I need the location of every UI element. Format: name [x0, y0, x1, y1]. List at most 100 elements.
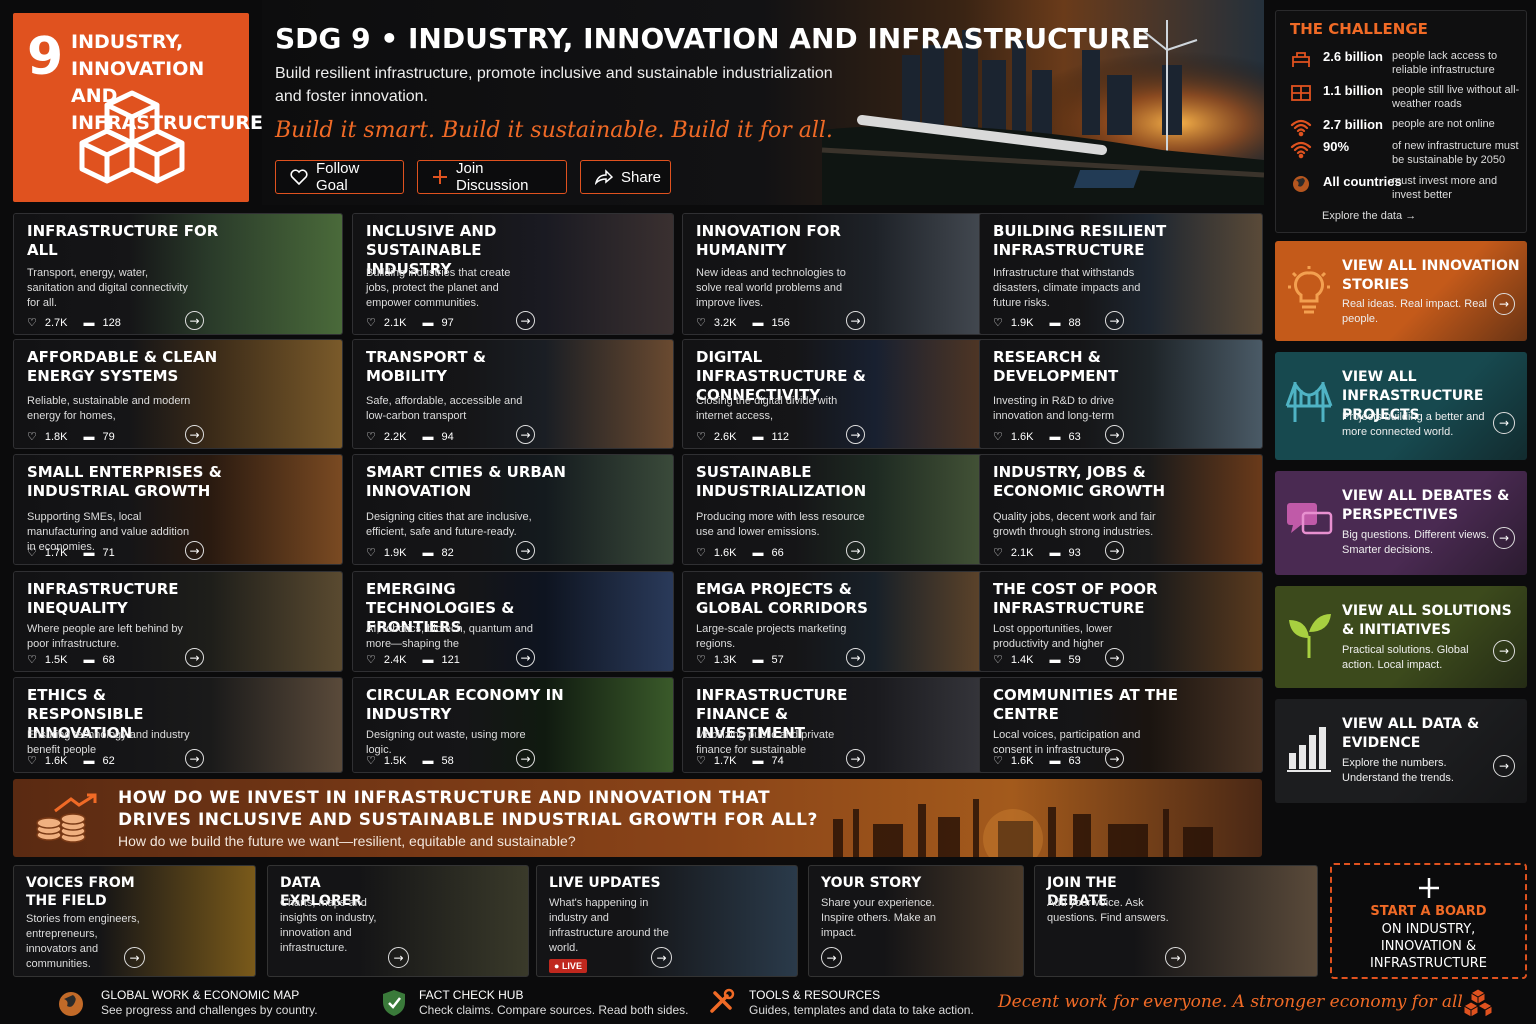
- topic-card[interactable]: Innovation for humanity New ideas and tec…: [682, 213, 1004, 335]
- comment-icon[interactable]: ▬: [84, 547, 95, 559]
- comment-icon[interactable]: ▬: [753, 431, 764, 443]
- view-all-card[interactable]: VIEW ALL INFRASTRUCTURE PROJECTS Projects…: [1275, 352, 1527, 460]
- topic-card[interactable]: Infrastructure for all Transport, energy,…: [13, 213, 343, 335]
- comment-icon[interactable]: ▬: [753, 317, 764, 329]
- topic-card[interactable]: Communities at the centre Local voices, p…: [979, 677, 1263, 773]
- like-icon[interactable]: ♡: [696, 316, 706, 329]
- question-banner[interactable]: HOW DO WE INVEST IN INFRASTRUCTURE AND I…: [13, 779, 1262, 857]
- card-open-button[interactable]: →: [1105, 541, 1124, 560]
- topic-card[interactable]: Inclusive and sustainable industry Buildi…: [352, 213, 674, 335]
- like-icon[interactable]: ♡: [696, 653, 706, 666]
- card-open-button[interactable]: →: [185, 311, 204, 330]
- start-board-button[interactable]: START A BOARD ON INDUSTRY, INNOVATION & …: [1330, 863, 1527, 979]
- topic-card[interactable]: Infrastructure inequality Where people ar…: [13, 571, 343, 672]
- view-all-open-button[interactable]: →: [1493, 293, 1515, 315]
- card-open-button[interactable]: →: [846, 749, 865, 768]
- feature-card[interactable]: JOIN THE DEBATE Add your voice. Ask quest…: [1034, 865, 1318, 977]
- like-icon[interactable]: ♡: [27, 316, 37, 329]
- topic-card[interactable]: Circular economy in industry Designing ou…: [352, 677, 674, 773]
- feature-card[interactable]: VOICES FROM THE FIELD Stories from engine…: [13, 865, 256, 977]
- like-icon[interactable]: ♡: [27, 754, 37, 767]
- like-icon[interactable]: ♡: [993, 430, 1003, 443]
- topic-card[interactable]: Digital infrastructure & connectivity Clo…: [682, 339, 1004, 449]
- comment-icon[interactable]: ▬: [84, 755, 95, 767]
- like-icon[interactable]: ♡: [696, 430, 706, 443]
- like-icon[interactable]: ♡: [27, 653, 37, 666]
- comment-icon[interactable]: ▬: [1050, 317, 1061, 329]
- card-open-button[interactable]: →: [846, 425, 865, 444]
- topic-card[interactable]: Building resilient infrastructure Infrast…: [979, 213, 1263, 335]
- topic-card[interactable]: Emerging technologies & frontiers AI, rob…: [352, 571, 674, 672]
- comment-icon[interactable]: ▬: [423, 547, 434, 559]
- feature-open-button[interactable]: →: [651, 947, 672, 968]
- explore-data-link[interactable]: Explore the data →: [1322, 210, 1416, 222]
- feature-card[interactable]: LIVE UPDATES What's happening in industry…: [536, 865, 798, 977]
- like-icon[interactable]: ♡: [696, 754, 706, 767]
- card-open-button[interactable]: →: [846, 541, 865, 560]
- topic-card[interactable]: Research & development Investing in R&D t…: [979, 339, 1263, 449]
- card-open-button[interactable]: →: [516, 311, 535, 330]
- view-all-card[interactable]: VIEW ALL SOLUTIONS & INITIATIVES Practica…: [1275, 586, 1527, 688]
- card-open-button[interactable]: →: [516, 425, 535, 444]
- comment-icon[interactable]: ▬: [423, 755, 434, 767]
- comment-icon[interactable]: ▬: [753, 654, 764, 666]
- comment-icon[interactable]: ▬: [753, 755, 764, 767]
- like-icon[interactable]: ♡: [366, 546, 376, 559]
- like-icon[interactable]: ♡: [366, 316, 376, 329]
- comment-icon[interactable]: ▬: [1050, 547, 1061, 559]
- topic-card[interactable]: Affordable & clean energy systems Reliabl…: [13, 339, 343, 449]
- card-open-button[interactable]: →: [1105, 749, 1124, 768]
- comment-icon[interactable]: ▬: [1050, 755, 1061, 767]
- topic-card[interactable]: Smart cities & urban innovation Designing…: [352, 454, 674, 565]
- share-button[interactable]: Share: [580, 160, 671, 194]
- card-open-button[interactable]: →: [185, 541, 204, 560]
- like-icon[interactable]: ♡: [696, 546, 706, 559]
- feature-open-button[interactable]: →: [388, 947, 409, 968]
- feature-card[interactable]: DATA EXPLORER Charts, maps and insights o…: [267, 865, 529, 977]
- feature-open-button[interactable]: →: [1165, 947, 1186, 968]
- view-all-card[interactable]: VIEW ALL DEBATES & PERSPECTIVES Big quest…: [1275, 471, 1527, 575]
- comment-icon[interactable]: ▬: [1050, 654, 1061, 666]
- like-icon[interactable]: ♡: [993, 316, 1003, 329]
- topic-card[interactable]: Industry, jobs & economic growth Quality …: [979, 454, 1263, 565]
- feature-open-button[interactable]: →: [821, 947, 842, 968]
- like-icon[interactable]: ♡: [993, 754, 1003, 767]
- view-all-card[interactable]: VIEW ALL INNOVATION STORIES Real ideas. R…: [1275, 241, 1527, 341]
- topic-card[interactable]: The cost of poor infrastructure Lost oppo…: [979, 571, 1263, 672]
- join-discussion-button[interactable]: Join Discussion: [417, 160, 567, 194]
- card-open-button[interactable]: →: [185, 749, 204, 768]
- comment-icon[interactable]: ▬: [423, 317, 434, 329]
- footer-global-map-link[interactable]: GLOBAL WORK & ECONOMIC MAP See progress …: [57, 988, 377, 1020]
- topic-card[interactable]: Ethics & responsible innovation Ensuring …: [13, 677, 343, 773]
- view-all-open-button[interactable]: →: [1493, 755, 1515, 777]
- topic-card[interactable]: Transport & mobility Safe, affordable, ac…: [352, 339, 674, 449]
- like-icon[interactable]: ♡: [366, 653, 376, 666]
- card-open-button[interactable]: →: [846, 311, 865, 330]
- topic-card[interactable]: Infrastructure finance & investment Mobil…: [682, 677, 1004, 773]
- like-icon[interactable]: ♡: [366, 430, 376, 443]
- like-icon[interactable]: ♡: [27, 546, 37, 559]
- card-open-button[interactable]: →: [1105, 425, 1124, 444]
- follow-goal-button[interactable]: Follow Goal: [275, 160, 404, 194]
- view-all-card[interactable]: VIEW ALL DATA & EVIDENCE Explore the numb…: [1275, 699, 1527, 803]
- comment-icon[interactable]: ▬: [1050, 431, 1061, 443]
- comment-icon[interactable]: ▬: [423, 431, 434, 443]
- comment-icon[interactable]: ▬: [423, 654, 434, 666]
- card-open-button[interactable]: →: [1105, 648, 1124, 667]
- topic-card[interactable]: Sustainable industrialization Producing m…: [682, 454, 1004, 565]
- like-icon[interactable]: ♡: [993, 653, 1003, 666]
- card-open-button[interactable]: →: [185, 425, 204, 444]
- card-open-button[interactable]: →: [516, 749, 535, 768]
- card-open-button[interactable]: →: [516, 541, 535, 560]
- card-open-button[interactable]: →: [846, 648, 865, 667]
- comment-icon[interactable]: ▬: [753, 547, 764, 559]
- comment-icon[interactable]: ▬: [84, 431, 95, 443]
- card-open-button[interactable]: →: [185, 648, 204, 667]
- comment-icon[interactable]: ▬: [84, 317, 95, 329]
- like-icon[interactable]: ♡: [366, 754, 376, 767]
- feature-card[interactable]: YOUR STORY Share your experience. Inspire…: [808, 865, 1024, 977]
- like-icon[interactable]: ♡: [993, 546, 1003, 559]
- view-all-open-button[interactable]: →: [1493, 527, 1515, 549]
- view-all-open-button[interactable]: →: [1493, 640, 1515, 662]
- footer-tools-link[interactable]: TOOLS & RESOURCES Guides, templates and …: [705, 988, 985, 1020]
